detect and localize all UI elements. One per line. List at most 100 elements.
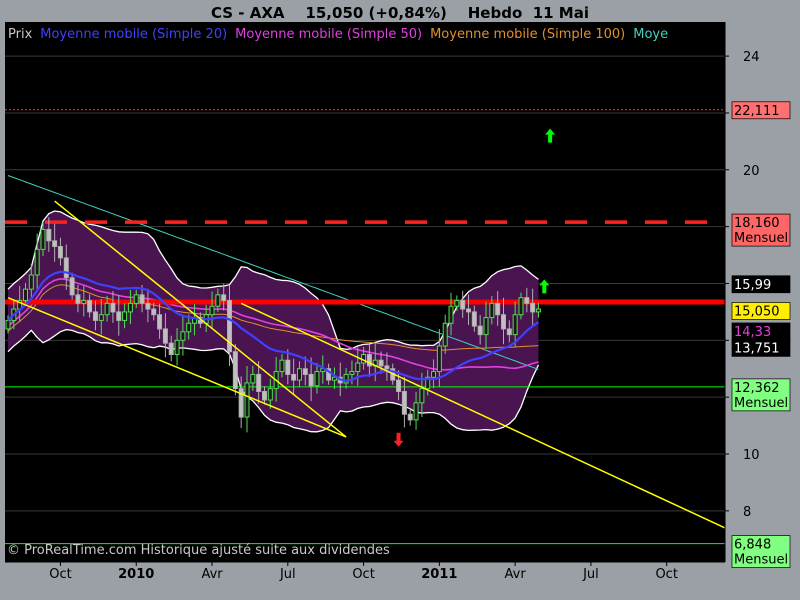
candle [355,362,361,373]
candle [454,300,460,307]
candle [279,359,285,373]
x-tick-label: Avr [505,567,527,582]
candle [302,368,308,375]
candle [87,300,93,313]
candle [512,314,518,336]
candle [495,302,501,316]
price-label: 15,050 [731,302,791,320]
candle [98,314,104,321]
price-label: 12,362Mensuel [731,378,791,412]
candle [349,371,355,375]
candle [378,359,384,367]
legend-item: Moyenne mobile (Simple 50) [235,27,422,42]
candle [110,302,116,313]
y-tick-label: 20 [743,164,760,179]
candle [442,322,448,347]
x-tick-label: Avr [201,567,223,582]
candle [133,294,139,304]
candle [34,248,40,276]
legend-item: Moyenne mobile (Simple 100) [430,27,625,42]
candle [75,294,81,304]
legend: Prix Moyenne mobile (Simple 20) Moyenne mo… [8,27,668,42]
price-label: 14,33 [731,322,791,341]
price-label-value: 13,751 [734,341,780,356]
legend-item: Moyenne mobile (Simple 20) [40,27,227,42]
price-label-period: Mensuel [734,553,788,568]
candle [419,388,425,404]
chart-window: CS - AXA 15,050 (+0,84%) Hebdo 11 Mai Pr… [0,0,800,600]
price-label-value: 22,111 [734,104,780,119]
candle [127,302,133,313]
candle [57,246,63,259]
candle [489,302,495,319]
x-tick-label: Jul [279,567,296,582]
candle [291,373,297,381]
price-label-value: 6,848 [734,538,771,553]
price-label-period: Mensuel [734,396,788,411]
candle [250,373,256,384]
price-label: 15,99 [731,275,791,294]
candle [448,305,454,324]
candle [174,339,180,356]
candle [221,294,227,302]
candle [413,402,419,421]
candle [518,297,524,316]
candle [314,371,320,387]
candle [40,228,46,250]
candle [168,342,174,356]
candle [466,308,472,313]
candle [308,373,314,387]
price-chart[interactable]: Prix Moyenne mobile (Simple 20) Moyenne mo… [5,22,800,600]
candle [5,319,11,330]
candle [46,228,52,242]
candle [157,314,163,330]
candle [244,382,250,418]
candle [232,351,238,390]
candle [285,359,291,375]
candle [261,390,267,401]
x-tick-label: Oct [655,567,677,582]
candle [256,373,262,392]
candle [28,274,34,290]
x-tick-label: Oct [49,567,71,582]
price-label-value: 14,33 [734,325,771,340]
x-tick-label: 2011 [421,567,457,582]
legend-item: Moye [633,27,668,42]
candle [524,297,530,304]
y-tick-label: 10 [743,448,760,463]
candle [267,388,273,401]
price-label: 18,160Mensuel [731,213,791,247]
price-label-value: 15,99 [734,278,771,293]
price-label-period: Mensuel [734,231,788,246]
candle [215,294,221,307]
candle [436,345,442,373]
candle [296,368,302,381]
price-label: 22,111 [731,101,791,120]
candle [104,302,110,316]
candle [116,311,122,321]
legend-item: Prix [8,27,33,42]
candle [63,257,69,279]
candle [151,308,157,316]
candle [384,365,390,370]
price-label-value: 18,160 [734,216,780,231]
candle [483,317,489,336]
candle [22,288,28,302]
candle [122,311,128,321]
candle [52,240,58,248]
price-label: 6,848Mensuel [731,535,791,568]
y-tick-label: 8 [743,505,751,520]
candle [500,314,506,330]
candle [92,311,98,321]
candle [139,294,145,304]
x-tick-label: Jul [582,567,599,582]
price-label-value: 15,050 [734,304,780,319]
candle [81,300,87,304]
candle [471,311,477,327]
price-label: 13,751 [731,339,791,357]
x-tick-label: 2010 [118,567,154,582]
y-tick-label: 24 [743,50,760,65]
price-label-value: 12,362 [734,381,780,396]
x-tick-label: Oct [352,567,374,582]
candle [186,322,192,333]
